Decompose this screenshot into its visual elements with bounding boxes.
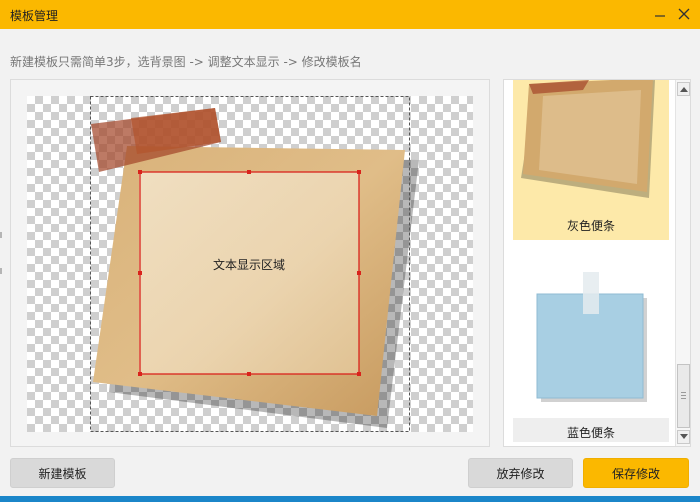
chevron-up-icon (680, 87, 688, 92)
minimize-button[interactable] (650, 4, 670, 24)
instruction-text: 新建模板只需简单3步，选背景图 -> 调整文本显示 -> 修改模板名 (10, 55, 362, 69)
scroll-up-button[interactable] (677, 82, 690, 96)
template-list-scrollbar[interactable] (675, 80, 690, 446)
new-template-button[interactable]: 新建模板 (10, 458, 115, 488)
scroll-down-button[interactable] (677, 430, 690, 444)
blue-sticky-note-image (536, 272, 647, 402)
template-label: 蓝色便条 (566, 426, 615, 440)
background-canvas[interactable]: 文本显示区域 (27, 96, 473, 432)
template-item-gray-note[interactable]: 灰色便条 (513, 80, 669, 240)
template-editor-panel: 文本显示区域 (10, 79, 490, 447)
template-item-blue-note[interactable]: 蓝色便条 (513, 260, 669, 446)
template-list: 灰色便条 蓝色便条 (503, 79, 691, 447)
chevron-down-icon (680, 434, 688, 439)
save-changes-button[interactable]: 保存修改 (583, 458, 689, 488)
close-button[interactable] (674, 4, 694, 24)
dialog-body: 新建模板只需简单3步，选背景图 -> 调整文本显示 -> 修改模板名 文本显示区… (0, 29, 700, 502)
template-label: 灰色便条 (566, 219, 615, 233)
minimize-icon (655, 15, 665, 17)
discard-changes-button[interactable]: 放弃修改 (468, 458, 573, 488)
tan-sticky-note-image (521, 80, 655, 198)
title-bar: 模板管理 (0, 0, 700, 29)
close-icon (678, 8, 690, 20)
text-display-area[interactable]: 文本显示区域 (139, 256, 359, 273)
bottom-accent-bar (0, 496, 700, 502)
window-title: 模板管理 (10, 9, 59, 23)
scroll-thumb[interactable] (677, 364, 690, 428)
splitter-mark (0, 268, 2, 274)
splitter-mark (0, 232, 2, 238)
